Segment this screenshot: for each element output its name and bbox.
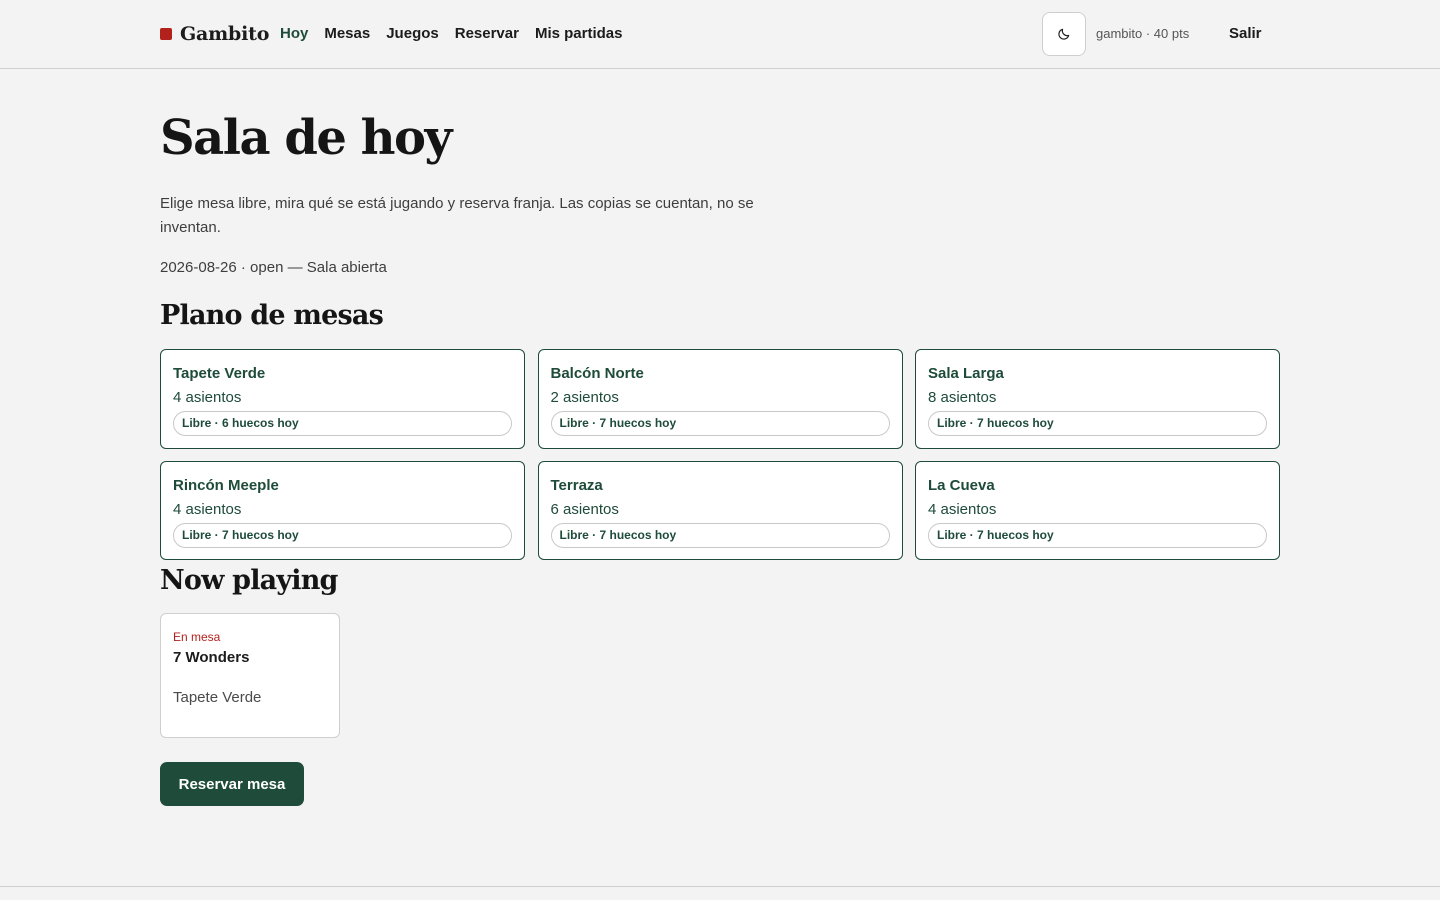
table-status-pill: Libre · 6 huecos hoy xyxy=(173,411,512,436)
table-seats: 8 asientos xyxy=(928,389,997,406)
top-navbar: Gambito Hoy Mesas Juegos Reservar Mis pa… xyxy=(0,0,1440,69)
game-table-name: Tapete Verde xyxy=(173,689,262,706)
table-seats: 6 asientos xyxy=(550,501,619,518)
table-seats: 4 asientos xyxy=(928,501,997,518)
brand-name: Gambito xyxy=(180,23,270,45)
table-name: Sala Larga xyxy=(928,365,1004,382)
tables-heading: Plano de mesas xyxy=(160,300,384,331)
table-name: Rincón Meeple xyxy=(173,477,279,494)
table-card-terraza[interactable]: Terraza 6 asientos Libre · 7 huecos hoy xyxy=(537,461,903,560)
table-name: Balcón Norte xyxy=(550,365,644,382)
user-points: gambito · 40 pts xyxy=(1096,26,1190,41)
reserve-table-button[interactable]: Reservar mesa xyxy=(160,762,304,806)
table-card-rincon-meeple[interactable]: Rincón Meeple 4 asientos Libre · 7 hueco… xyxy=(160,461,525,560)
page-title: Sala de hoy xyxy=(160,110,452,166)
table-card-sala-larga[interactable]: Sala Larga 8 asientos Libre · 7 huecos h… xyxy=(915,349,1280,449)
table-status-pill: Libre · 7 huecos hoy xyxy=(550,523,890,548)
nav-item-mis-partidas[interactable]: Mis partidas xyxy=(535,22,623,46)
logout-button[interactable]: Salir xyxy=(1229,22,1262,46)
nav-item-hoy[interactable]: Hoy xyxy=(280,22,308,46)
theme-toggle-button[interactable] xyxy=(1042,12,1086,56)
nav-item-reservar[interactable]: Reservar xyxy=(455,22,519,46)
table-status-pill: Libre · 7 huecos hoy xyxy=(173,523,512,548)
now-playing-heading: Now playing xyxy=(160,565,338,596)
nav-item-mesas[interactable]: Mesas xyxy=(324,22,370,46)
now-playing-card[interactable]: En mesa 7 Wonders Tapete Verde xyxy=(160,613,340,738)
table-status-pill: Libre · 7 huecos hoy xyxy=(928,411,1267,436)
table-name: La Cueva xyxy=(928,477,995,494)
table-card-la-cueva[interactable]: La Cueva 4 asientos Libre · 7 huecos hoy xyxy=(915,461,1280,560)
intro-text: Elige mesa libre, mira qué se está jugan… xyxy=(160,195,754,236)
table-name: Tapete Verde xyxy=(173,365,266,382)
table-seats: 4 asientos xyxy=(173,501,242,518)
table-status-pill: Libre · 7 huecos hoy xyxy=(928,523,1267,548)
brand-square-icon xyxy=(160,28,172,40)
main-nav: Hoy Mesas Juegos Reservar Mis partidas xyxy=(280,22,622,46)
game-title: 7 Wonders xyxy=(173,649,250,666)
footer-divider xyxy=(0,886,1440,887)
nav-item-juegos[interactable]: Juegos xyxy=(386,22,439,46)
tables-grid: Tapete Verde 4 asientos Libre · 6 huecos… xyxy=(160,349,1280,560)
brand-logo[interactable]: Gambito xyxy=(160,20,269,48)
table-seats: 4 asientos xyxy=(173,389,242,406)
table-card-tapete-verde[interactable]: Tapete Verde 4 asientos Libre · 6 huecos… xyxy=(160,349,525,449)
room-status: 2026-08-26 · open — Sala abierta xyxy=(160,259,387,276)
table-seats: 2 asientos xyxy=(550,389,619,406)
table-status-pill: Libre · 7 huecos hoy xyxy=(550,411,890,436)
table-name: Terraza xyxy=(550,477,603,494)
status-badge: En mesa xyxy=(173,630,221,644)
table-card-balcon-norte[interactable]: Balcón Norte 2 asientos Libre · 7 huecos… xyxy=(537,349,903,449)
moon-icon xyxy=(1058,28,1070,40)
